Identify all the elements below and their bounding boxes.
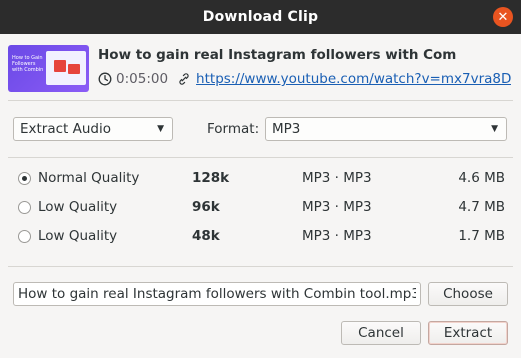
thumbnail-text: How to Gain Followers with Combin — [12, 55, 44, 73]
thumbnail-shape — [68, 64, 80, 74]
quality-bitrate: 128k — [192, 170, 230, 186]
quality-size: 4.6 MB — [458, 170, 505, 186]
filename-input[interactable] — [13, 282, 421, 306]
video-thumbnail: How to Gain Followers with Combin — [8, 45, 89, 92]
title-bar: Download Clip ✕ — [0, 0, 521, 34]
window-title: Download Clip — [202, 9, 319, 25]
link-icon — [179, 73, 189, 85]
cancel-button[interactable]: Cancel — [341, 321, 421, 345]
chevron-down-icon: ▼ — [491, 124, 498, 134]
format-select[interactable]: MP3 ▼ — [265, 117, 507, 141]
divider — [8, 157, 513, 158]
quality-bitrate: 96k — [192, 199, 220, 215]
quality-format: MP3 · MP3 — [302, 170, 372, 186]
video-title: How to gain real Instagram followers wit… — [98, 47, 457, 63]
radio-button[interactable] — [18, 230, 31, 243]
thumbnail-panel — [46, 51, 86, 85]
quality-bitrate: 48k — [192, 228, 220, 244]
radio-button[interactable] — [18, 201, 31, 214]
video-duration: 0:05:00 — [116, 71, 169, 87]
quality-name: Normal Quality — [38, 170, 140, 186]
mode-select-value: Extract Audio — [20, 121, 112, 137]
clock-icon — [98, 72, 112, 86]
video-meta: 0:05:00 https://www.youtube.com/watch?v=… — [98, 69, 511, 89]
format-label: Format: — [207, 121, 260, 137]
quality-size: 4.7 MB — [458, 199, 505, 215]
choose-button[interactable]: Choose — [428, 282, 508, 306]
format-select-value: MP3 — [272, 121, 301, 137]
quality-option[interactable]: Low Quality 96k MP3 · MP3 4.7 MB — [16, 197, 511, 219]
divider — [8, 100, 513, 101]
chevron-down-icon: ▼ — [157, 124, 164, 134]
quality-size: 1.7 MB — [458, 228, 505, 244]
thumbnail-shape — [54, 60, 66, 72]
video-url-link[interactable]: https://www.youtube.com/watch?v=mx7vra8D — [196, 71, 511, 87]
close-icon[interactable]: ✕ — [493, 7, 513, 27]
quality-name: Low Quality — [38, 199, 118, 215]
mode-select[interactable]: Extract Audio ▼ — [13, 117, 173, 141]
quality-format: MP3 · MP3 — [302, 199, 372, 215]
extract-button[interactable]: Extract — [428, 321, 508, 345]
quality-format: MP3 · MP3 — [302, 228, 372, 244]
divider — [8, 266, 513, 267]
radio-button-selected[interactable] — [18, 172, 31, 185]
quality-option[interactable]: Normal Quality 128k MP3 · MP3 4.6 MB — [16, 168, 511, 190]
quality-option[interactable]: Low Quality 48k MP3 · MP3 1.7 MB — [16, 226, 511, 248]
quality-name: Low Quality — [38, 228, 118, 244]
